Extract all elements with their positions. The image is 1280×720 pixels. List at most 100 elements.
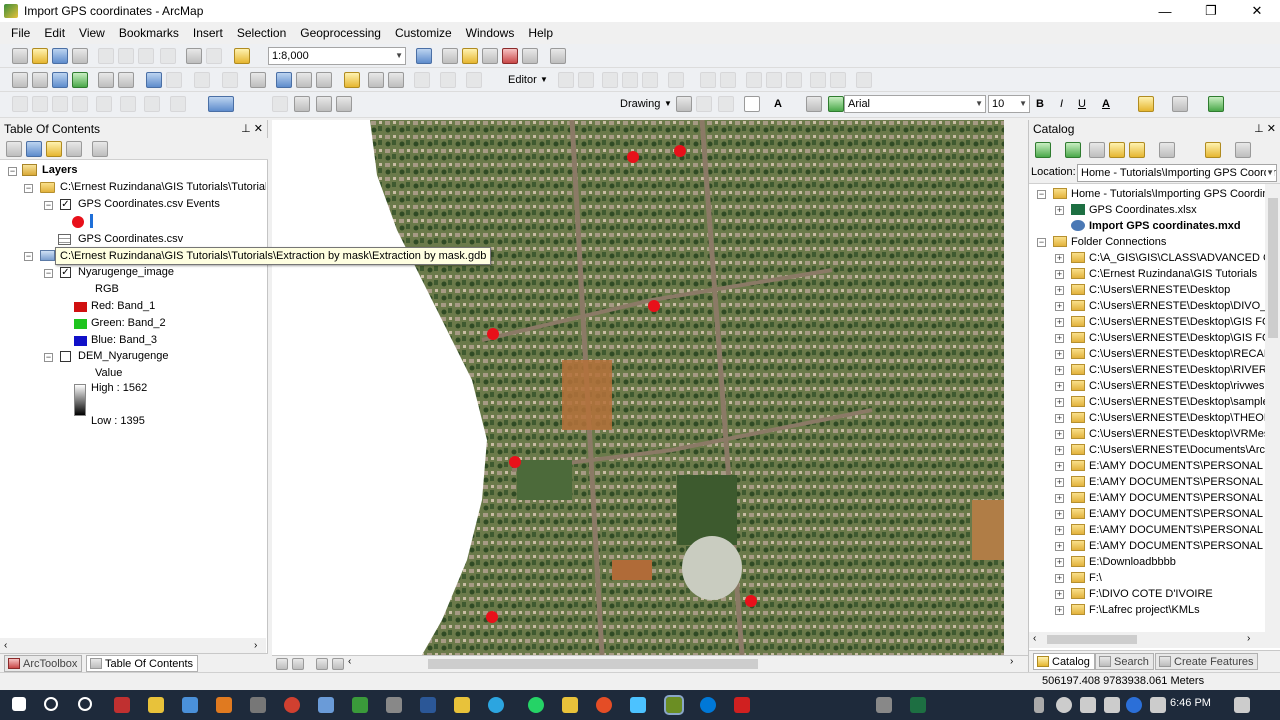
catalog-item[interactable]: C:\Users\ERNESTE\Desktop\RIVERS xyxy=(1089,362,1265,379)
word-icon[interactable] xyxy=(420,697,436,713)
create-viewer-icon[interactable] xyxy=(440,72,456,88)
fixed-layout-zoom-icon[interactable] xyxy=(120,96,136,112)
back-icon[interactable] xyxy=(1035,142,1051,158)
copy-icon[interactable] xyxy=(118,48,134,64)
expand-icon[interactable]: + xyxy=(1055,334,1064,343)
create-features-icon[interactable] xyxy=(856,72,872,88)
tab-search[interactable]: Search xyxy=(1095,653,1154,670)
model-builder-icon[interactable] xyxy=(550,48,566,64)
marker-icon[interactable] xyxy=(806,96,822,112)
open-icon[interactable] xyxy=(32,48,48,64)
red-band-swatch[interactable] xyxy=(74,302,87,312)
dem-layer-label[interactable]: DEM_Nyarugenge xyxy=(78,348,169,365)
menu-help[interactable]: Help xyxy=(521,22,560,44)
select-features-icon[interactable] xyxy=(194,72,210,88)
layer-tool-icon[interactable] xyxy=(466,72,482,88)
nyarugenge-image-checkbox[interactable]: ✓ xyxy=(60,267,71,278)
editor-menu-label[interactable]: Editor xyxy=(508,72,537,88)
expand-icon[interactable]: + xyxy=(1055,382,1064,391)
expand-icon[interactable]: + xyxy=(1055,590,1064,599)
marker-color-icon[interactable] xyxy=(1208,96,1224,112)
app-icon[interactable] xyxy=(734,697,750,713)
pin-close-icon[interactable]: ⊥ ✕ xyxy=(241,120,263,138)
dem-ramp-swatch[interactable] xyxy=(74,384,86,416)
go-to-xy-icon[interactable] xyxy=(388,72,404,88)
expand-icon[interactable]: + xyxy=(1055,286,1064,295)
map-horizontal-scroll-thumb[interactable] xyxy=(428,659,758,669)
collapse-icon[interactable]: − xyxy=(24,252,33,261)
cut-icon[interactable] xyxy=(98,48,114,64)
arcmap-taskbar-icon[interactable] xyxy=(664,695,684,715)
expand-icon[interactable]: + xyxy=(1055,430,1064,439)
font-color-button[interactable]: A xyxy=(1102,96,1110,112)
catalog-scroll-thumb[interactable] xyxy=(1268,198,1278,338)
zoom-out-icon[interactable] xyxy=(32,72,48,88)
restore-icon[interactable]: ❐ xyxy=(1188,0,1234,22)
home-folder-icon[interactable] xyxy=(1109,142,1125,158)
chevron-left-icon[interactable]: ‹ xyxy=(4,640,7,651)
catalog-item[interactable]: Import GPS coordinates.mxd xyxy=(1089,218,1241,235)
cortana-icon[interactable] xyxy=(78,697,92,711)
data-view-icon[interactable] xyxy=(276,658,288,670)
pause-drawing-icon[interactable] xyxy=(332,658,344,670)
end-point-arc-icon[interactable] xyxy=(622,72,638,88)
back-extent-icon[interactable] xyxy=(146,72,162,88)
app-icon[interactable] xyxy=(386,697,402,713)
tab-arctoolbox[interactable]: ArcToolbox xyxy=(4,655,83,672)
trace-icon[interactable] xyxy=(642,72,658,88)
expand-icon[interactable]: + xyxy=(1055,494,1064,503)
image-analysis-icon[interactable] xyxy=(316,96,332,112)
bluetooth-icon[interactable] xyxy=(1126,697,1142,713)
search-window-icon[interactable] xyxy=(482,48,498,64)
menu-edit[interactable]: Edit xyxy=(37,22,72,44)
menu-file[interactable]: File xyxy=(4,22,37,44)
catalog-item[interactable]: GPS Coordinates.xlsx xyxy=(1089,202,1197,219)
dem-checkbox[interactable] xyxy=(60,351,71,362)
catalog-item[interactable]: C:\Users\ERNESTE\Desktop\GIS FO xyxy=(1089,314,1265,331)
select-elements-icon[interactable] xyxy=(250,72,266,88)
catalog-item[interactable]: F:\DIVO COTE D'IVOIRE xyxy=(1089,586,1213,603)
list-by-visibility-icon[interactable] xyxy=(46,141,62,157)
expand-icon[interactable]: + xyxy=(1055,414,1064,423)
app-icon[interactable] xyxy=(182,697,198,713)
zoom-in-icon[interactable] xyxy=(12,72,28,88)
chevron-right-icon[interactable]: › xyxy=(1247,633,1250,644)
gps-csv-table-label[interactable]: GPS Coordinates.csv xyxy=(78,231,183,248)
arctoolbox-icon[interactable] xyxy=(502,48,518,64)
expand-icon[interactable]: + xyxy=(1055,558,1064,567)
chevron-right-icon[interactable]: › xyxy=(254,640,257,651)
html-popup-icon[interactable] xyxy=(296,72,312,88)
catalog-vertical-scrollbar[interactable] xyxy=(1265,184,1280,632)
expand-icon[interactable]: + xyxy=(1055,398,1064,407)
expand-icon[interactable]: + xyxy=(1055,350,1064,359)
toc-options-icon[interactable] xyxy=(92,141,108,157)
save-icon[interactable] xyxy=(52,48,68,64)
expand-icon[interactable]: + xyxy=(1055,510,1064,519)
tab-catalog[interactable]: Catalog xyxy=(1033,653,1095,670)
windows-start-icon[interactable] xyxy=(12,697,26,711)
layout-zoom-out-icon[interactable] xyxy=(32,96,48,112)
redo-icon[interactable] xyxy=(206,48,222,64)
paste-icon[interactable] xyxy=(138,48,154,64)
table-of-contents-icon[interactable] xyxy=(442,48,458,64)
catalog-item[interactable]: C:\Ernest Ruzindana\GIS Tutorials xyxy=(1089,266,1257,283)
gps-point[interactable] xyxy=(487,328,499,340)
search-icon[interactable] xyxy=(44,697,58,711)
catalog-hscroll-thumb[interactable] xyxy=(1047,635,1137,644)
delete-icon[interactable] xyxy=(160,48,176,64)
georeference-icon[interactable] xyxy=(272,96,288,112)
blue-band-swatch[interactable] xyxy=(74,336,87,346)
expand-icon[interactable]: + xyxy=(1055,606,1064,615)
zoom-100-icon[interactable] xyxy=(96,96,112,112)
chevron-right-icon[interactable]: › xyxy=(1010,656,1013,667)
forward-extent-icon[interactable] xyxy=(166,72,182,88)
catalog-horizontal-scrollbar[interactable]: ‹ › xyxy=(1029,632,1280,648)
expand-icon[interactable]: + xyxy=(1055,254,1064,263)
location-combo[interactable]: Home - Tutorials\Importing GPS Coordinat… xyxy=(1077,164,1277,182)
sketch-properties-icon[interactable] xyxy=(830,72,846,88)
catalog-item[interactable]: E:\Downloadbbbb xyxy=(1089,554,1176,571)
catalog-item[interactable]: C:\Users\ERNESTE\Desktop xyxy=(1089,282,1230,299)
zoom-whole-page-icon[interactable] xyxy=(72,96,88,112)
menu-geoprocessing[interactable]: Geoprocessing xyxy=(293,22,388,44)
menu-bookmarks[interactable]: Bookmarks xyxy=(112,22,186,44)
